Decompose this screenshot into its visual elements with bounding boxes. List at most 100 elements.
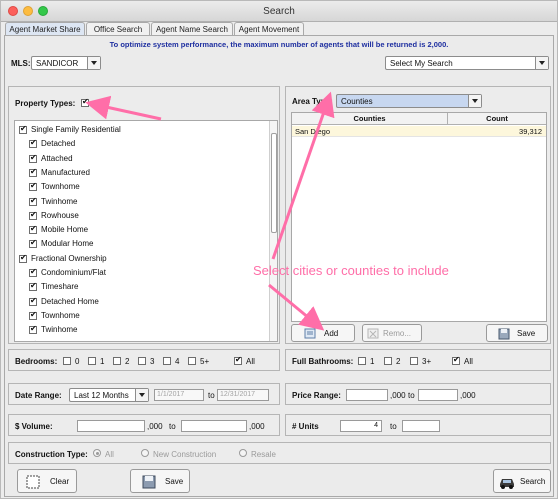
my-search-value: Select My Search (390, 59, 453, 68)
property-type-checkbox[interactable] (29, 138, 37, 149)
bathrooms-all-checkbox[interactable] (452, 355, 460, 365)
property-type-checkbox[interactable] (29, 224, 37, 235)
date-range-select[interactable]: Last 12 Months (69, 388, 149, 402)
price-min-suffix: ,000 (390, 391, 406, 400)
property-type-label: Townhome (41, 182, 80, 192)
bedroom-option-checkbox[interactable] (113, 357, 121, 365)
footer-save-button[interactable]: Save (130, 469, 190, 493)
property-list-scrollbar[interactable] (269, 121, 277, 341)
mls-label: MLS: (11, 59, 31, 68)
property-types-list[interactable]: Single Family Residential Detached Attache… (14, 120, 278, 342)
window-title: Search (263, 6, 295, 17)
property-type-label: Manufactured (41, 167, 90, 177)
units-label: # Units (292, 422, 319, 431)
volume-max-field[interactable] (181, 420, 247, 432)
property-type-label: Twinhome (41, 196, 78, 206)
chevron-down-icon (87, 57, 100, 69)
property-type-checkbox[interactable] (29, 210, 37, 220)
property-type-checkbox[interactable] (19, 124, 27, 134)
property-type-label: Attached (41, 153, 73, 163)
units-min-field[interactable]: 4 (340, 420, 382, 432)
property-type-checkbox[interactable] (29, 296, 37, 306)
bedrooms-all-checkbox[interactable] (234, 355, 242, 365)
price-min-field[interactable] (346, 389, 388, 401)
bedroom-option-checkbox[interactable] (88, 357, 96, 365)
area-save-button[interactable]: Save (486, 324, 548, 342)
bedrooms-panel: Bedrooms: 0 1 2 3 4 5+ All (8, 349, 280, 371)
column-header-count[interactable]: Count (448, 113, 546, 125)
chevron-down-icon (535, 57, 548, 69)
property-type-label: Timeshare (41, 282, 79, 292)
remove-button[interactable]: Remo... (362, 324, 422, 342)
bathroom-option-checkbox[interactable] (384, 357, 392, 365)
property-type-checkbox[interactable] (29, 324, 37, 335)
tab-agent-movement[interactable]: Agent Movement (234, 22, 304, 36)
units-panel: # Units 4 to (285, 414, 551, 436)
property-type-label: Apartment (41, 340, 78, 342)
property-type-checkbox[interactable] (29, 153, 37, 163)
bedroom-option-checkbox[interactable] (188, 357, 196, 365)
volume-panel: $ Volume: ,000 to ,000 (8, 414, 280, 436)
column-header-counties[interactable]: Counties (292, 113, 448, 125)
price-max-field[interactable] (418, 389, 458, 401)
date-range-value: Last 12 Months (74, 391, 129, 400)
property-type-label: Mobile Home (41, 225, 89, 235)
tab-office-search[interactable]: Office Search (86, 22, 150, 36)
area-panel: Area Type: Counties Counties Count San D… (285, 86, 551, 344)
bedroom-option-label: 2 (125, 357, 130, 366)
date-range-panel: Date Range: Last 12 Months 1/1/2017 to 1… (8, 383, 280, 405)
my-search-select[interactable]: Select My Search (385, 56, 549, 70)
bedroom-option-checkbox[interactable] (63, 357, 71, 365)
date-to-field[interactable]: 12/31/2017 (217, 389, 269, 401)
area-type-value: Counties (341, 97, 373, 106)
volume-to-label: to (169, 422, 176, 431)
property-type-checkbox[interactable] (29, 267, 37, 277)
property-type-checkbox[interactable] (29, 238, 37, 249)
bedroom-option-label: 3 (150, 357, 155, 366)
construction-all-radio[interactable] (93, 449, 101, 457)
bathroom-option-checkbox[interactable] (358, 357, 366, 365)
property-type-checkbox[interactable] (29, 310, 37, 320)
volume-min-field[interactable] (77, 420, 145, 432)
bathroom-option-checkbox[interactable] (410, 357, 418, 365)
price-range-panel: Price Range: ,000 to ,000 (285, 383, 551, 405)
property-type-checkbox[interactable] (29, 167, 37, 177)
bedroom-option-label: 5+ (200, 357, 210, 366)
area-table: Counties Count San Diego 39,312 (291, 112, 547, 322)
tab-agent-market-share[interactable]: Agent Market Share (5, 22, 85, 36)
property-types-all-label: All (93, 99, 102, 108)
property-type-checkbox[interactable] (29, 339, 37, 341)
bathroom-option-label: 2 (396, 357, 401, 366)
mls-select[interactable]: SANDICOR (31, 56, 101, 70)
bedrooms-all-label: All (246, 357, 255, 366)
property-type-checkbox[interactable] (29, 196, 37, 206)
notice-text: To optimize system performance, the maxi… (109, 40, 449, 49)
bedroom-option-checkbox[interactable] (163, 357, 171, 365)
volume-min-suffix: ,000 (147, 422, 163, 431)
property-type-checkbox[interactable] (19, 253, 27, 263)
scrollbar-thumb[interactable] (271, 133, 277, 233)
tab-agent-name-search[interactable]: Agent Name Search (151, 22, 233, 36)
remove-button-label: Remo... (383, 329, 412, 338)
table-row[interactable]: San Diego 39,312 (292, 126, 546, 137)
area-type-select[interactable]: Counties (336, 94, 482, 108)
new-construction-radio[interactable] (141, 449, 149, 457)
property-type-checkbox[interactable] (29, 281, 37, 292)
bathrooms-panel: Full Bathrooms: 1 2 3+ All (285, 349, 551, 371)
bedrooms-label: Bedrooms: (15, 357, 58, 366)
bedroom-option-label: 0 (75, 357, 80, 366)
chevron-down-icon (468, 95, 481, 107)
date-range-label: Date Range: (15, 391, 62, 400)
property-types-all-checkbox[interactable] (81, 97, 89, 107)
date-from-field[interactable]: 1/1/2017 (154, 389, 204, 401)
property-type-label: Single Family Residential (31, 125, 121, 134)
bedroom-option-checkbox[interactable] (138, 357, 146, 365)
units-max-field[interactable] (402, 420, 440, 432)
add-button[interactable]: Add (291, 324, 355, 342)
resale-radio[interactable] (239, 449, 247, 457)
property-type-checkbox[interactable] (29, 181, 37, 192)
clear-button[interactable]: Clear (17, 469, 77, 493)
mls-value: SANDICOR (36, 59, 79, 68)
car-icon (500, 479, 514, 489)
search-button[interactable]: Search (493, 469, 551, 493)
